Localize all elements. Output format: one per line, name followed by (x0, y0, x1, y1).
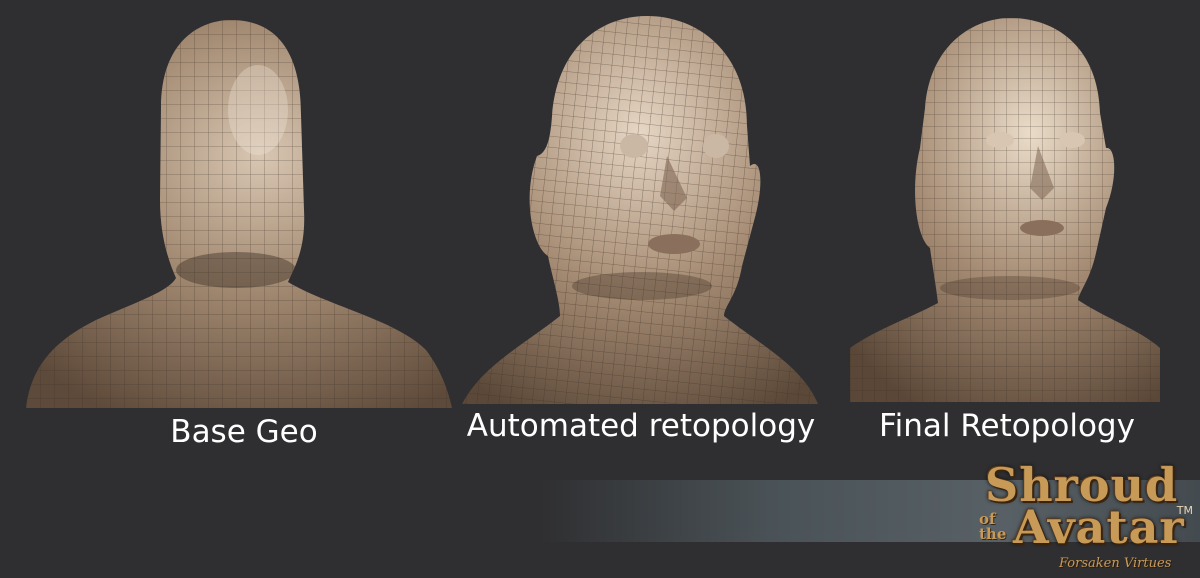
caption-base-geo: Base Geo (170, 414, 318, 450)
logo-trademark: TM (1176, 504, 1193, 517)
logo-of-the-text: of the (979, 510, 1007, 543)
caption-automated-retopology: Automated retopology (466, 408, 816, 444)
final-retopology-render (850, 18, 1160, 402)
automated-retopology-render (462, 16, 818, 404)
caption-final-retopology: Final Retopology (879, 408, 1135, 444)
image-stage: Base Geo Automated retopology Final Reto… (0, 0, 1200, 578)
logo-avatar-text: Avatar (1013, 500, 1185, 554)
base-geo-render (26, 20, 452, 408)
logo-subtitle: Forsaken Virtues (1059, 556, 1172, 571)
shroud-of-the-avatar-logo: Shroud of the Avatar TM Forsaken Virtues (975, 458, 1195, 576)
